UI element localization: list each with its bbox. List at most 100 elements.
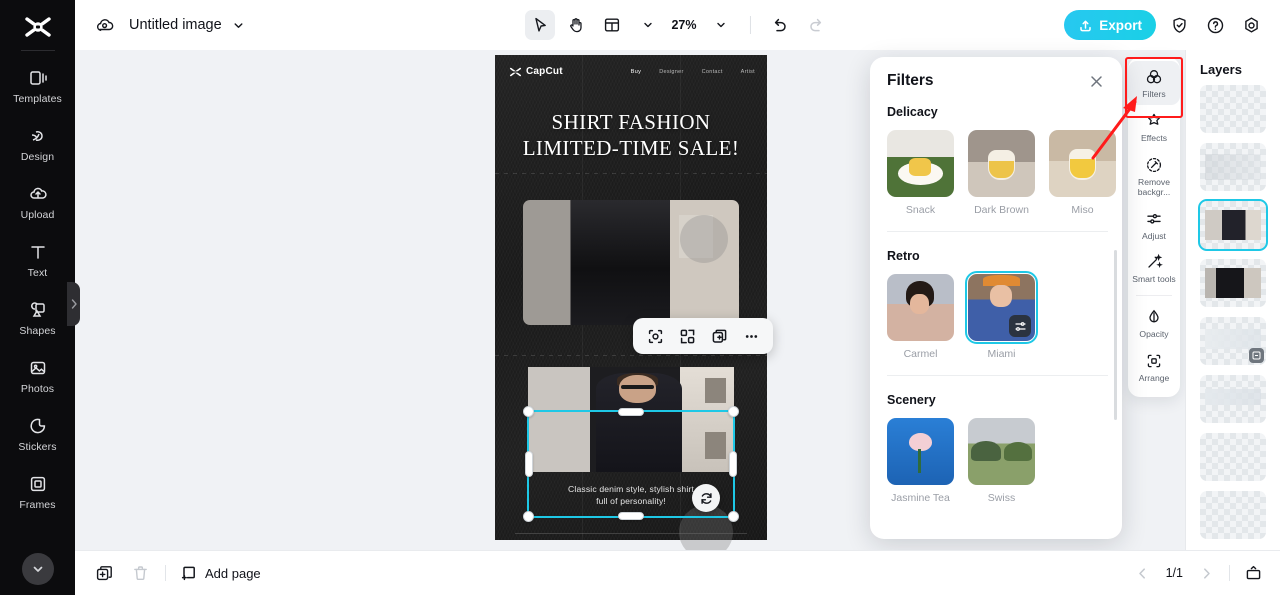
- layout-tool-button[interactable]: [596, 10, 626, 40]
- capcut-logo-icon: [509, 67, 522, 76]
- tool-label: Effects: [1140, 132, 1168, 143]
- zoom-level[interactable]: 27%: [671, 18, 696, 32]
- sidebar-label: Shapes: [19, 325, 56, 337]
- tool-effects[interactable]: Effects: [1128, 105, 1180, 149]
- filters-panel-body[interactable]: Delicacy Snack Dark Brown Miso Retro Car…: [870, 101, 1122, 531]
- layout-caret-button[interactable]: [632, 10, 662, 40]
- resize-handle-bottom-left[interactable]: [523, 511, 534, 522]
- filter-name: Carmel: [903, 348, 938, 360]
- poster-nav-item: Contact: [701, 68, 723, 75]
- chevron-right-icon: [1203, 567, 1210, 579]
- filters-panel-scrollbar[interactable]: [1114, 250, 1117, 420]
- prev-page-button[interactable]: [1132, 562, 1154, 584]
- sidebar-divider: [20, 50, 55, 51]
- document-title-caret[interactable]: [232, 19, 245, 32]
- add-page-button[interactable]: Add page: [180, 564, 261, 582]
- layer-item[interactable]: [1200, 375, 1266, 423]
- layer-item[interactable]: [1200, 491, 1266, 539]
- layer-item[interactable]: [1200, 143, 1266, 191]
- resize-handle-top-right[interactable]: [728, 406, 739, 417]
- sidebar-label: Design: [20, 151, 55, 163]
- duplicate-page-icon[interactable]: [93, 562, 115, 584]
- tool-arrange[interactable]: Arrange: [1128, 345, 1180, 389]
- filters-circles-icon: [1144, 67, 1164, 87]
- tool-opacity[interactable]: Opacity: [1128, 301, 1180, 345]
- undo-button[interactable]: [765, 10, 795, 40]
- filter-card-swiss[interactable]: Swiss: [968, 418, 1035, 504]
- sidebar-item-design[interactable]: Design: [0, 115, 75, 173]
- next-page-button[interactable]: [1195, 562, 1217, 584]
- sidebar-item-text[interactable]: Text: [0, 231, 75, 289]
- tool-filters[interactable]: Filters: [1128, 61, 1180, 105]
- crop-selection-icon[interactable]: [641, 322, 669, 350]
- poster-nav: Buy Designer Contact Artist: [631, 69, 755, 75]
- shield-check-icon[interactable]: [1166, 12, 1192, 38]
- delete-page-button[interactable]: [129, 562, 151, 584]
- resize-handle-top-left[interactable]: [523, 406, 534, 417]
- filter-section-retro: Retro Carmel Miami: [887, 245, 1108, 360]
- filter-card-snack[interactable]: Snack: [887, 130, 954, 216]
- resize-handle-bottom-right[interactable]: [728, 511, 739, 522]
- sidebar-item-frames[interactable]: Frames: [0, 463, 75, 521]
- adjust-sliders-icon[interactable]: [1009, 315, 1031, 337]
- poster-header: CapCut Buy Designer Contact Artist: [509, 66, 755, 77]
- document-title[interactable]: Untitled image: [129, 17, 222, 33]
- help-circle-icon[interactable]: [1202, 12, 1228, 38]
- rotate-handle[interactable]: [692, 484, 720, 512]
- filter-card-jasmine-tea[interactable]: Jasmine Tea: [887, 418, 954, 504]
- present-button[interactable]: [1242, 562, 1264, 584]
- layer-item[interactable]: [1200, 85, 1266, 133]
- close-icon[interactable]: [1084, 69, 1108, 93]
- layer-item[interactable]: [1200, 317, 1266, 365]
- layer-item[interactable]: [1200, 259, 1266, 307]
- filter-thumbnail: [965, 271, 1038, 344]
- sidebar-item-templates[interactable]: Templates: [0, 57, 75, 115]
- cursor-tool-button[interactable]: [524, 10, 555, 40]
- sidebar-expand-button[interactable]: [22, 553, 54, 585]
- redo-button[interactable]: [801, 10, 831, 40]
- opacity-drop-icon: [1144, 307, 1164, 327]
- chevron-right-icon: [71, 299, 77, 309]
- tool-label: Smart tools: [1132, 274, 1176, 285]
- filter-name: Miami: [987, 348, 1016, 360]
- tool-remove-background[interactable]: Remove backgr...: [1128, 149, 1180, 203]
- resize-handle-left[interactable]: [525, 451, 533, 477]
- sidebar-item-photos[interactable]: Photos: [0, 347, 75, 405]
- settings-gear-icon[interactable]: [1238, 12, 1264, 38]
- poster-headline-line1: SHIRT FASHION: [551, 110, 711, 134]
- filter-card-dark-brown[interactable]: Dark Brown: [968, 130, 1035, 216]
- resize-handle-top[interactable]: [618, 408, 644, 416]
- resize-handle-bottom[interactable]: [618, 512, 644, 520]
- sidebar-item-shapes[interactable]: Shapes: [0, 289, 75, 347]
- capcut-editor-window: Templates Design Upload Text Shapes Phot…: [0, 0, 1280, 595]
- filter-thumbnail: [887, 130, 954, 197]
- filter-card-carmel[interactable]: Carmel: [887, 274, 954, 360]
- sidebar-collapse-tab[interactable]: [67, 282, 80, 326]
- duplicate-plus-icon[interactable]: [705, 322, 733, 350]
- tool-label: Adjust: [1142, 230, 1166, 241]
- export-button[interactable]: Export: [1064, 10, 1156, 40]
- zoom-caret-button[interactable]: [706, 10, 736, 40]
- add-page-icon: [181, 566, 195, 581]
- tool-adjust[interactable]: Adjust: [1128, 203, 1180, 247]
- sidebar-item-upload[interactable]: Upload: [0, 173, 75, 231]
- split-blocks-icon[interactable]: [673, 322, 701, 350]
- chevron-down-icon: [33, 566, 43, 572]
- layer-item-selected[interactable]: [1198, 199, 1268, 251]
- filter-thumbnail: [968, 130, 1035, 197]
- present-icon: [1246, 565, 1260, 579]
- layers-panel: Layers: [1185, 50, 1280, 550]
- capcut-logo-icon[interactable]: [18, 12, 58, 42]
- stickers-icon: [27, 415, 49, 437]
- sidebar-item-stickers[interactable]: Stickers: [0, 405, 75, 463]
- hand-tool-button[interactable]: [560, 10, 590, 40]
- cloud-save-icon[interactable]: [93, 14, 115, 36]
- tool-smart-tools[interactable]: Smart tools: [1128, 246, 1180, 290]
- filter-card-miso[interactable]: Miso: [1049, 130, 1116, 216]
- filter-thumbnail: [968, 418, 1035, 485]
- filter-card-miami[interactable]: Miami: [965, 271, 1038, 360]
- layer-item[interactable]: [1200, 433, 1266, 481]
- more-options-icon[interactable]: [737, 322, 765, 350]
- resize-handle-right[interactable]: [729, 451, 737, 477]
- filters-panel-title: Filters: [887, 72, 934, 89]
